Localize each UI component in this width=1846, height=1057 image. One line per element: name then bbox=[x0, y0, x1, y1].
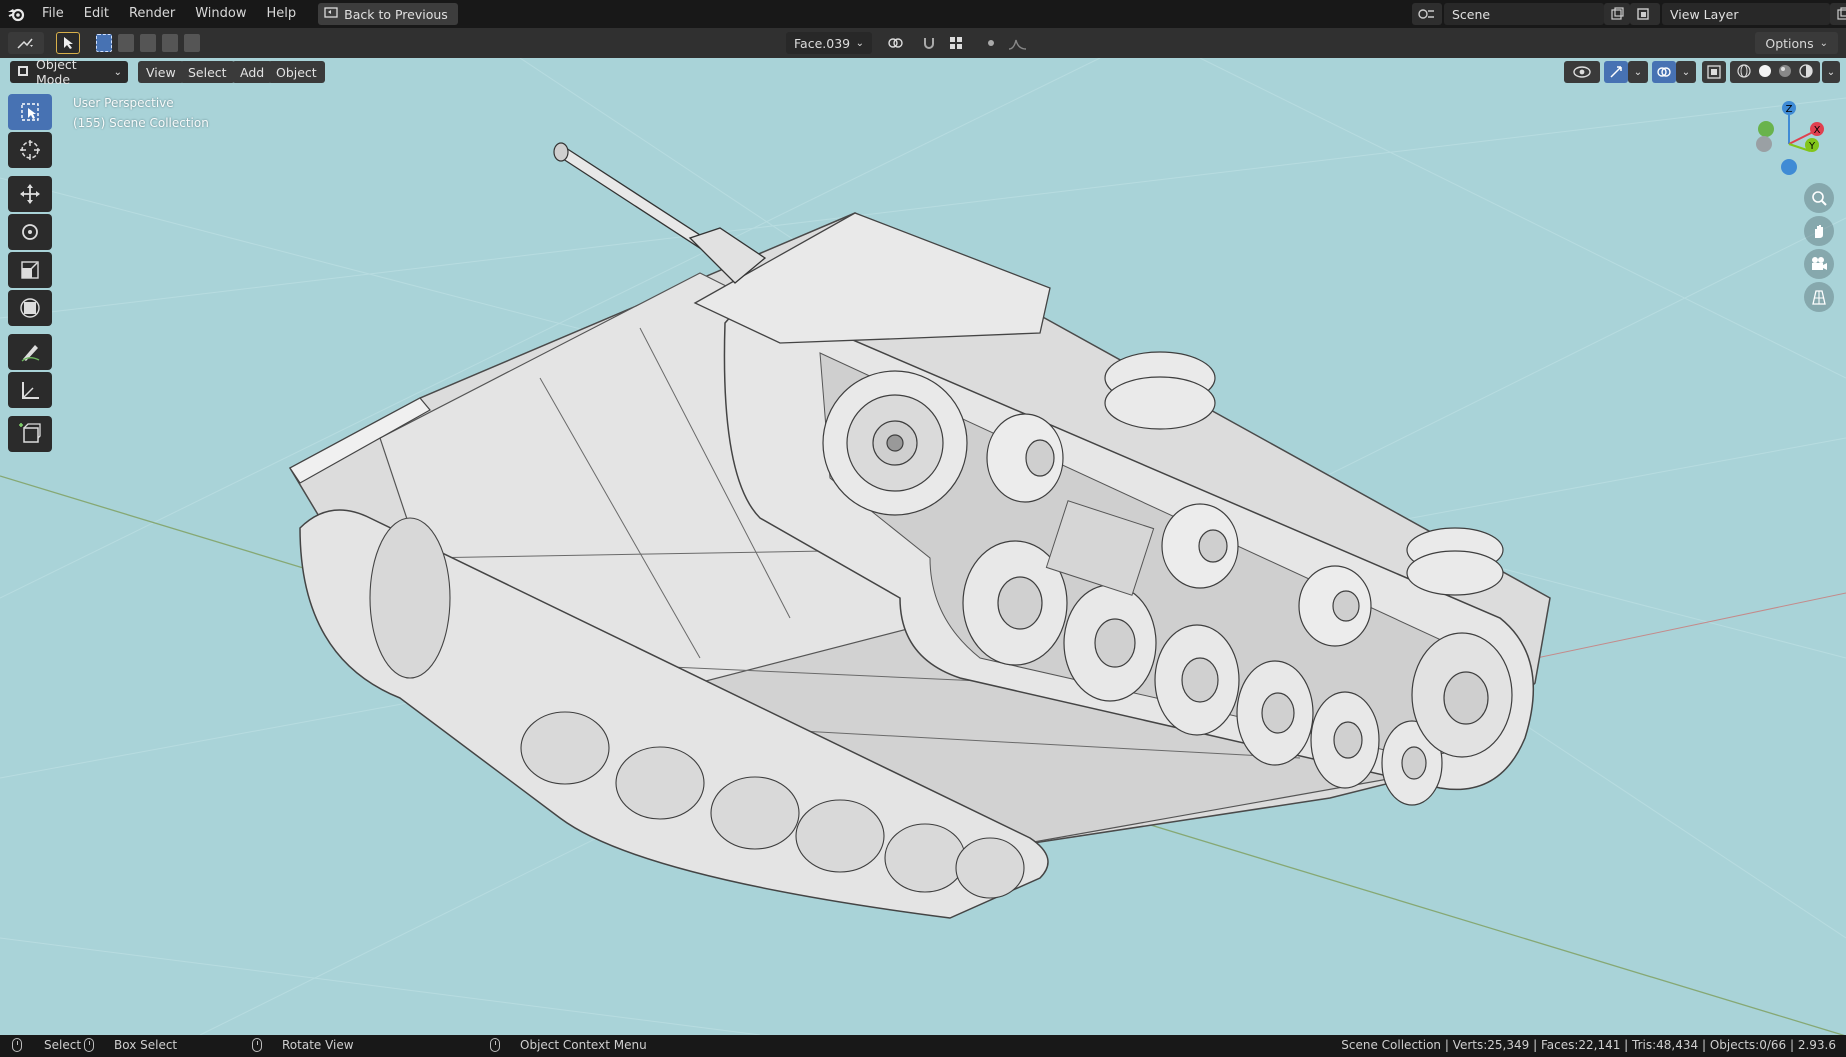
status-bar: Select Box Select Rotate View Object Con… bbox=[0, 1035, 1846, 1057]
select-menu[interactable]: Select bbox=[180, 61, 235, 83]
axis-z-label: Z bbox=[1786, 104, 1793, 115]
collection-label: (155) Scene Collection bbox=[73, 116, 209, 130]
axis-y-label: Y bbox=[1808, 141, 1816, 152]
cursor-icon[interactable] bbox=[8, 132, 52, 168]
scale-icon[interactable] bbox=[8, 252, 52, 288]
scene-statistics: Scene Collection | Verts:25,349 | Faces:… bbox=[1341, 1038, 1836, 1052]
overlay-toggle-icon[interactable] bbox=[1652, 61, 1676, 83]
object-mode-icon bbox=[16, 64, 30, 81]
menu-window[interactable]: Window bbox=[185, 0, 256, 28]
snap-increment-icon[interactable] bbox=[942, 32, 970, 54]
top-menu-bar: File Edit Render Window Help Back to Pre… bbox=[0, 0, 1846, 28]
chevron-down-icon[interactable]: ⌄ bbox=[1676, 61, 1696, 83]
options-label: Options bbox=[1765, 35, 1814, 51]
mouse-right-icon bbox=[490, 1038, 500, 1052]
status-box-select-label: Box Select bbox=[114, 1038, 178, 1052]
editor-type-icon[interactable] bbox=[8, 32, 44, 54]
select-new-icon[interactable] bbox=[96, 34, 113, 52]
view-menu[interactable]: View bbox=[138, 61, 184, 83]
zoom-icon[interactable] bbox=[1804, 183, 1834, 213]
selection-mode-group bbox=[96, 32, 200, 54]
move-icon[interactable] bbox=[8, 176, 52, 212]
mouse-left-icon bbox=[12, 1038, 22, 1052]
proportional-edit-icon[interactable] bbox=[980, 32, 1002, 54]
scene-selector: Scene bbox=[1412, 3, 1656, 25]
view-layer-browse-icon[interactable] bbox=[1630, 3, 1660, 25]
menu-file[interactable]: File bbox=[32, 0, 74, 28]
camera-view-icon[interactable] bbox=[1804, 249, 1834, 279]
status-box-select: Box Select bbox=[84, 1038, 177, 1052]
chevron-down-icon[interactable]: ⌄ bbox=[1628, 61, 1648, 83]
perspective-label: User Perspective bbox=[73, 96, 174, 110]
view-layer-selector: View Layer bbox=[1630, 3, 1846, 25]
back-screen-icon bbox=[324, 6, 338, 22]
tank-model-wireframe[interactable] bbox=[0, 58, 1846, 1035]
select-subtract-icon[interactable] bbox=[140, 34, 157, 52]
status-context-menu: Object Context Menu bbox=[490, 1038, 647, 1052]
add-menu[interactable]: Add bbox=[232, 61, 273, 83]
solid-shading-icon[interactable] bbox=[1758, 64, 1772, 81]
active-tool-select-icon[interactable] bbox=[56, 32, 80, 54]
measure-icon[interactable] bbox=[8, 372, 52, 408]
add-cube-icon[interactable] bbox=[8, 416, 52, 452]
scene-name-field[interactable]: Scene bbox=[1444, 3, 1604, 25]
gizmo-toggle-icon[interactable] bbox=[1604, 61, 1628, 83]
face-selector-label: Face.039 bbox=[794, 35, 851, 51]
chevron-down-icon: ⌄ bbox=[1819, 37, 1828, 49]
annotate-icon[interactable] bbox=[8, 334, 52, 370]
rendered-shading-icon[interactable] bbox=[1799, 63, 1813, 81]
tool-shelf bbox=[8, 94, 54, 454]
face-selector-dropdown[interactable]: Face.039 ⌄ bbox=[786, 32, 872, 54]
mouse-middle-icon bbox=[252, 1038, 262, 1052]
object-mode-label: Object Mode bbox=[36, 58, 77, 87]
status-context-menu-label: Object Context Menu bbox=[520, 1038, 647, 1052]
object-mode-dropdown[interactable]: Object Mode ⌄ bbox=[10, 58, 128, 87]
material-shading-icon[interactable] bbox=[1778, 64, 1792, 81]
back-to-previous-label: Back to Previous bbox=[344, 6, 448, 22]
scene-browse-icon[interactable] bbox=[1412, 3, 1442, 25]
object-menu[interactable]: Object bbox=[268, 61, 325, 83]
status-rotate-view: Rotate View bbox=[252, 1038, 354, 1052]
chevron-down-icon: ⌄ bbox=[855, 37, 864, 49]
pan-hand-icon[interactable] bbox=[1804, 216, 1834, 246]
status-select: Select bbox=[12, 1038, 81, 1052]
select-invert-icon[interactable] bbox=[162, 34, 179, 52]
menu-help[interactable]: Help bbox=[257, 0, 307, 28]
view-layer-name-field[interactable]: View Layer bbox=[1662, 3, 1830, 25]
wireframe-shading-icon[interactable] bbox=[1737, 63, 1751, 81]
new-scene-icon[interactable] bbox=[1604, 3, 1630, 25]
tool-header: Face.039 ⌄ Options ⌄ bbox=[0, 28, 1846, 58]
xray-toggle-icon[interactable] bbox=[1702, 61, 1726, 83]
menu-render[interactable]: Render bbox=[119, 0, 185, 28]
back-to-previous-button[interactable]: Back to Previous bbox=[318, 3, 458, 25]
select-box-icon[interactable] bbox=[8, 94, 52, 130]
menu-edit[interactable]: Edit bbox=[74, 0, 119, 28]
chevron-down-icon: ⌄ bbox=[113, 66, 122, 78]
shading-mode-group bbox=[1730, 61, 1820, 83]
status-rotate-view-label: Rotate View bbox=[282, 1038, 354, 1052]
mouse-drag-icon bbox=[84, 1038, 94, 1052]
perspective-toggle-icon[interactable] bbox=[1804, 282, 1834, 312]
axis-x-label: X bbox=[1814, 125, 1821, 136]
rotate-icon[interactable] bbox=[8, 214, 52, 250]
chevron-down-icon[interactable]: ⌄ bbox=[1822, 61, 1840, 83]
blender-logo-icon[interactable] bbox=[0, 0, 32, 28]
options-dropdown[interactable]: Options ⌄ bbox=[1755, 32, 1838, 54]
falloff-curve-icon[interactable] bbox=[1004, 32, 1032, 54]
transform-pivot-icon[interactable] bbox=[880, 32, 910, 54]
visibility-eye-icon[interactable] bbox=[1564, 61, 1600, 83]
navigation-gizmo[interactable]: Z X Y bbox=[1742, 96, 1832, 186]
new-view-layer-icon[interactable] bbox=[1830, 3, 1846, 25]
select-intersect-icon[interactable] bbox=[184, 34, 200, 52]
transform-icon[interactable] bbox=[8, 290, 52, 326]
3d-viewport[interactable]: Object Mode ⌄ View Select Add Object ⌄ ⌄… bbox=[0, 58, 1846, 1035]
status-select-label: Select bbox=[44, 1038, 82, 1052]
select-extend-icon[interactable] bbox=[118, 34, 135, 52]
snap-magnet-icon[interactable] bbox=[918, 32, 940, 54]
